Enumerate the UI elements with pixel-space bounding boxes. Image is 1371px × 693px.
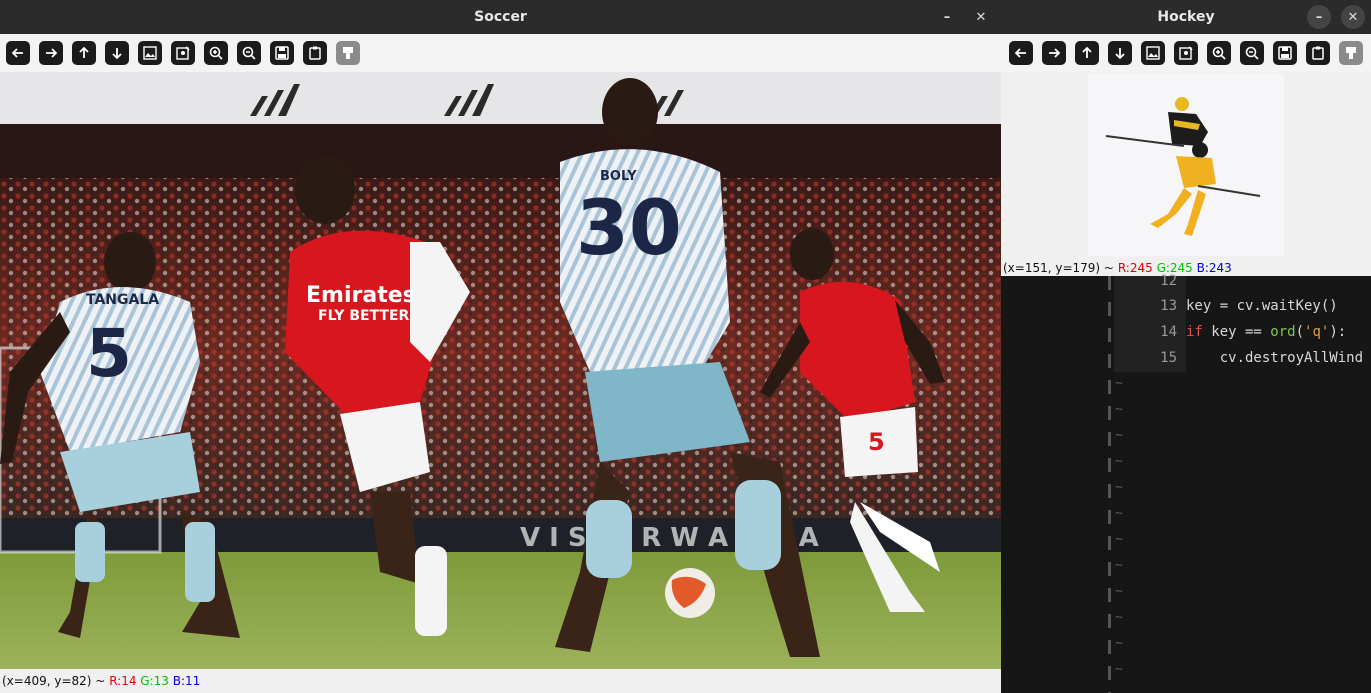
code-text: if key == ord('q'): <box>1186 324 1347 340</box>
zoom-out-icon[interactable] <box>237 41 261 65</box>
code-text: cv.destroyAllWind <box>1186 350 1364 366</box>
arrow-left-icon[interactable] <box>6 41 30 65</box>
minimize-button[interactable]: – <box>1307 5 1331 29</box>
soccer-status-bar: (x=409, y=82) ~ R:14 G:13 B:11 <box>0 671 1001 691</box>
zoom-in-icon[interactable] <box>1207 41 1231 65</box>
hockey-titlebar[interactable]: Hockey – ✕ <box>1001 0 1371 34</box>
window-title: Soccer <box>474 9 527 25</box>
svg-text:5: 5 <box>868 428 885 456</box>
empty-line-marker: ~ <box>1115 532 1123 547</box>
line-number: 12 <box>1160 273 1177 289</box>
arrow-right-icon[interactable] <box>1042 41 1066 65</box>
empty-line-marker: ~ <box>1115 402 1123 417</box>
close-button[interactable]: ✕ <box>969 5 993 29</box>
indent-guide <box>1108 276 1111 693</box>
zoom-in-icon[interactable] <box>204 41 228 65</box>
hockey-status-bar: (x=151, y=179) ~ R:245 G:245 B:243 <box>1001 258 1371 276</box>
properties-icon[interactable] <box>1339 41 1363 65</box>
soccer-image[interactable]: V I S I T R W A N D A 5 TANGALA Emirates… <box>0 72 1001 669</box>
arrow-left-icon[interactable] <box>1009 41 1033 65</box>
arrow-down-icon[interactable] <box>1108 41 1132 65</box>
red-value: R:14 <box>109 674 137 688</box>
soccer-window: Soccer – ✕ V I S I T R W A N D A 5 TANGA… <box>0 0 1001 693</box>
arrow-up-icon[interactable] <box>1075 41 1099 65</box>
empty-line-marker: ~ <box>1115 584 1123 599</box>
svg-text:5: 5 <box>86 315 132 392</box>
empty-line-marker: ~ <box>1115 558 1123 573</box>
line-number: 13 <box>1160 298 1177 314</box>
window-title: Hockey <box>1157 9 1215 25</box>
save-icon[interactable] <box>1273 41 1297 65</box>
svg-text:FLY BETTER: FLY BETTER <box>318 308 410 324</box>
copy-icon[interactable] <box>303 41 327 65</box>
image-edit-icon[interactable] <box>171 41 195 65</box>
minimize-button[interactable]: – <box>935 5 959 29</box>
zoom-out-icon[interactable] <box>1240 41 1264 65</box>
empty-line-marker: ~ <box>1115 662 1123 677</box>
line-number: 15 <box>1160 350 1177 366</box>
empty-line-marker: ~ <box>1115 506 1123 521</box>
green-value: G:13 <box>140 674 169 688</box>
save-icon[interactable] <box>270 41 294 65</box>
coords-readout: (x=409, y=82) ~ <box>2 674 106 688</box>
empty-line-marker: ~ <box>1115 480 1123 495</box>
hockey-toolbar <box>1001 34 1371 72</box>
coords-readout: (x=151, y=179) ~ <box>1003 261 1114 275</box>
code-text: key = cv.waitKey() <box>1186 298 1338 314</box>
line-number: 14 <box>1160 324 1177 340</box>
empty-line-marker: ~ <box>1115 376 1123 391</box>
hockey-image-area <box>1001 72 1371 258</box>
svg-text:30: 30 <box>576 183 682 272</box>
empty-line-marker: ~ <box>1115 454 1123 469</box>
arrow-right-icon[interactable] <box>39 41 63 65</box>
empty-line-marker: ~ <box>1115 610 1123 625</box>
soccer-titlebar[interactable]: Soccer – ✕ <box>0 0 1001 34</box>
copy-icon[interactable] <box>1306 41 1330 65</box>
empty-line-marker: ~ <box>1115 636 1123 651</box>
image-icon[interactable] <box>138 41 162 65</box>
blue-value: B:11 <box>172 674 201 688</box>
image-edit-icon[interactable] <box>1174 41 1198 65</box>
svg-text:TANGALA: TANGALA <box>86 292 159 308</box>
svg-text:Emirates: Emirates <box>306 283 416 308</box>
code-editor[interactable]: 12 13 key = cv.waitKey() 14 if key == or… <box>1001 273 1371 693</box>
arrow-down-icon[interactable] <box>105 41 129 65</box>
arrow-up-icon[interactable] <box>72 41 96 65</box>
hockey-window: Hockey – ✕ (x=151, y=179) ~ R:245 G:245 … <box>1001 0 1371 276</box>
soccer-photo: V I S I T R W A N D A 5 TANGALA Emirates… <box>0 72 1001 669</box>
soccer-ball <box>665 568 715 618</box>
properties-icon[interactable] <box>336 41 360 65</box>
empty-line-marker: ~ <box>1115 428 1123 443</box>
svg-text:BOLY: BOLY <box>600 169 637 184</box>
soccer-toolbar <box>0 34 1001 72</box>
hockey-image[interactable] <box>1088 74 1284 256</box>
hockey-photo <box>1088 74 1284 256</box>
close-button[interactable]: ✕ <box>1341 5 1365 29</box>
blue-value: B:243 <box>1196 261 1232 275</box>
image-icon[interactable] <box>1141 41 1165 65</box>
